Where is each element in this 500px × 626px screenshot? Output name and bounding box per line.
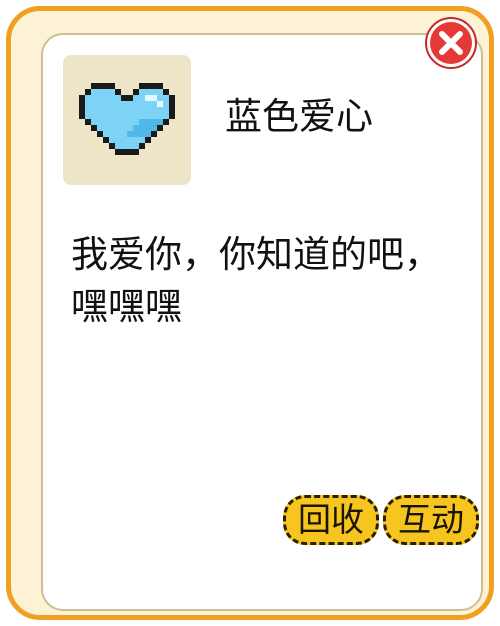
item-detail-panel: 蓝色爱心 我爱你，你知道的吧，嘿嘿嘿 回收 互动 [6, 6, 494, 620]
item-description: 我爱你，你知道的吧，嘿嘿嘿 [71, 233, 441, 328]
recycle-button[interactable]: 回收 [283, 495, 379, 545]
close-button[interactable] [424, 16, 478, 70]
item-icon-frame [63, 55, 191, 185]
item-card: 蓝色爱心 我爱你，你知道的吧，嘿嘿嘿 回收 互动 [41, 33, 483, 611]
interact-button[interactable]: 互动 [383, 495, 479, 545]
item-name: 蓝色爱心 [225, 95, 373, 138]
close-icon [425, 17, 477, 69]
blue-heart-icon [79, 83, 175, 155]
